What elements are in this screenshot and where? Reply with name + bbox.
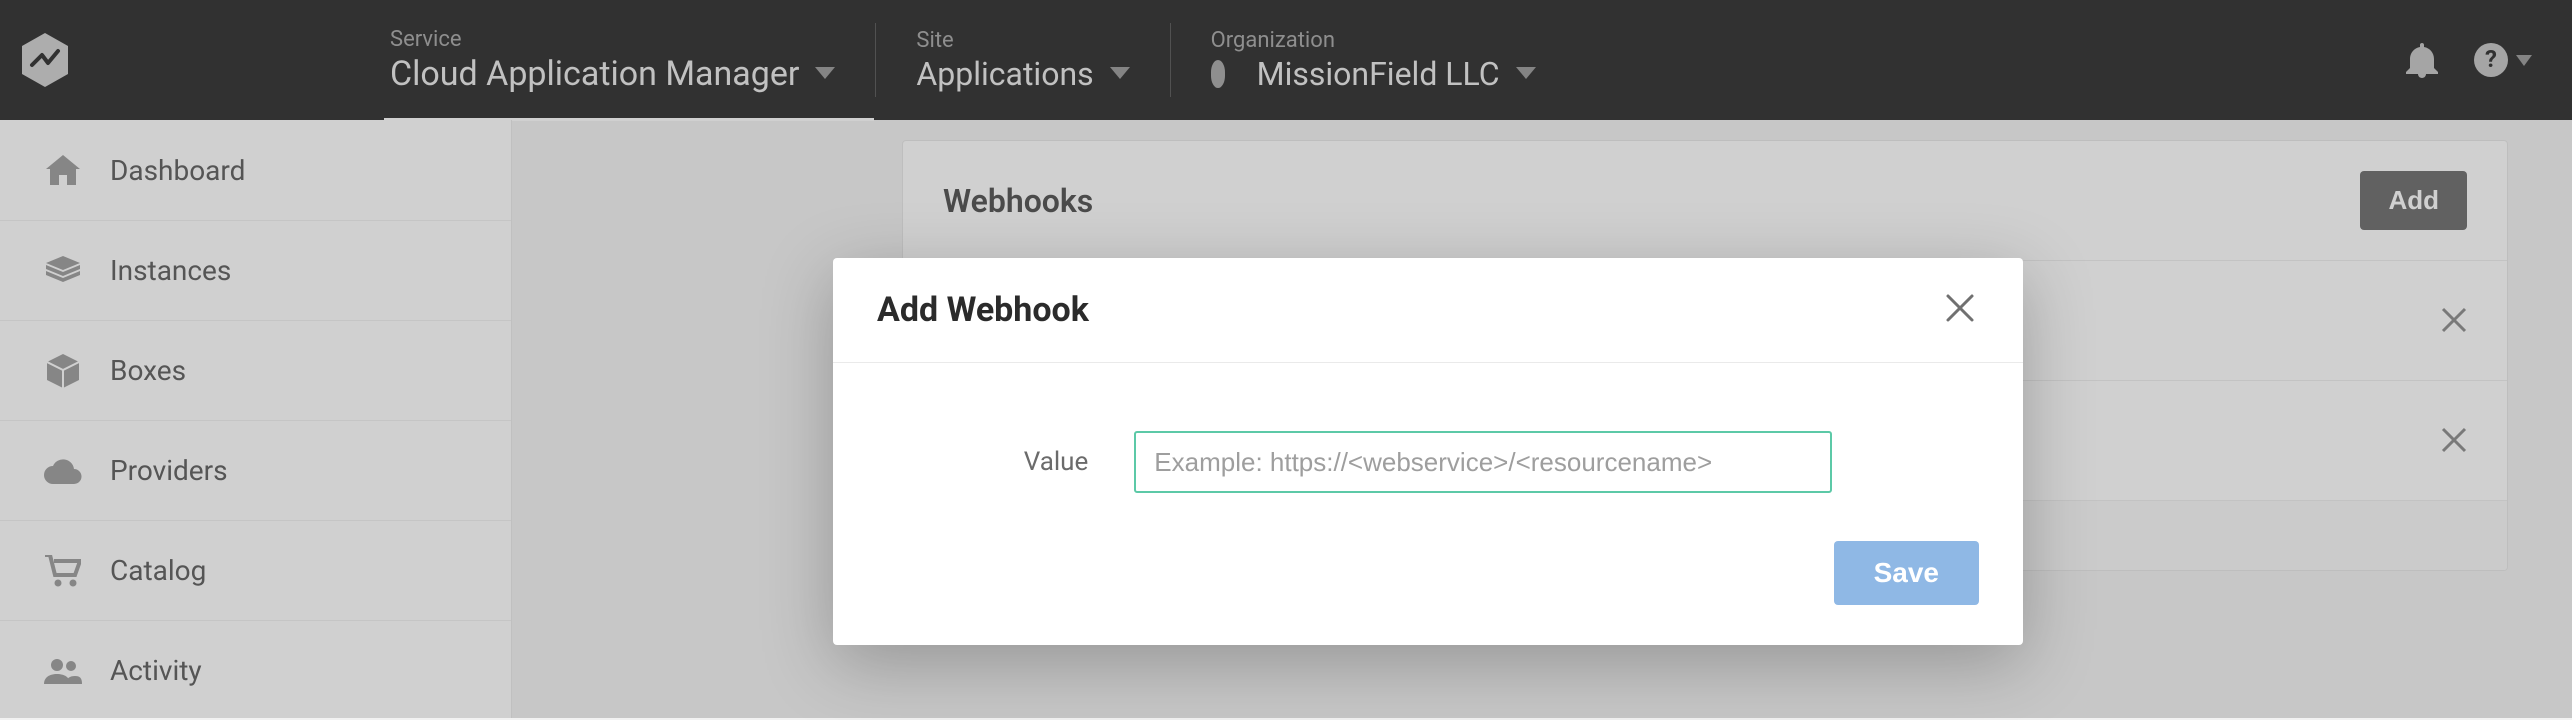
modal-title: Add Webhook	[877, 290, 1089, 330]
close-icon[interactable]	[1945, 293, 1979, 327]
value-field-label: Value	[1024, 447, 1089, 477]
add-webhook-modal: Add Webhook Value Save	[833, 258, 2023, 645]
save-button[interactable]: Save	[1834, 541, 1979, 605]
webhook-value-input[interactable]	[1134, 431, 1832, 493]
